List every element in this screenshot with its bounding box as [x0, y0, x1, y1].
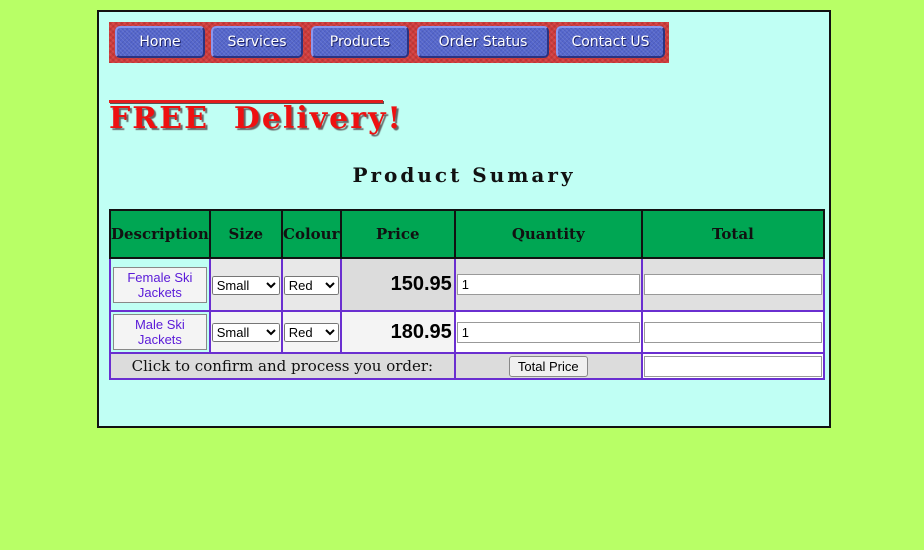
nav-services-button[interactable]: Services — [211, 26, 303, 58]
size-cell: Small — [208, 257, 283, 312]
table-row: Male Ski Jackets Small Red 180.95 — [109, 310, 826, 354]
quantity-input[interactable] — [456, 321, 640, 343]
nav-contact-button[interactable]: Contact US — [556, 26, 665, 58]
total-cell — [640, 310, 826, 354]
table-header-row: Description Size Colour Price Quantity T… — [109, 209, 826, 259]
colour-cell: Red — [280, 257, 342, 312]
confirm-order-text: Click to confirm and process you order: — [109, 352, 456, 380]
nav-home-button[interactable]: Home — [115, 26, 205, 58]
total-cell — [640, 257, 826, 312]
header-price: Price — [339, 209, 456, 259]
product-link-female-ski-jackets[interactable]: Female Ski Jackets — [113, 266, 207, 303]
header-size: Size — [208, 209, 283, 259]
quantity-cell — [453, 257, 643, 312]
total-field[interactable] — [643, 321, 822, 343]
colour-select[interactable]: Red — [283, 323, 339, 342]
product-link-male-ski-jackets[interactable]: Male Ski Jackets — [113, 314, 207, 350]
colour-cell: Red — [280, 310, 342, 354]
grand-total-cell — [640, 352, 826, 380]
product-summary-table: Description Size Colour Price Quantity T… — [109, 209, 826, 380]
description-cell: Female Ski Jackets — [109, 257, 211, 312]
colour-select[interactable]: Red — [283, 275, 339, 295]
price-cell: 180.95 — [339, 310, 456, 354]
size-cell: Small — [208, 310, 283, 354]
confirm-row: Click to confirm and process you order: … — [109, 352, 826, 380]
total-price-button[interactable]: Total Price — [508, 355, 588, 377]
free-delivery-banner: FREE Delivery! — [109, 101, 403, 136]
nav-bar: Home Services Products Order Status Cont… — [109, 22, 669, 63]
nav-products-button[interactable]: Products — [311, 26, 409, 58]
quantity-cell — [453, 310, 643, 354]
grand-total-field[interactable] — [643, 355, 822, 377]
quantity-input[interactable] — [456, 274, 640, 295]
header-description: Description — [109, 209, 211, 259]
nav-order-status-button[interactable]: Order Status — [417, 26, 549, 58]
table-row: Female Ski Jackets Small Red 150.95 — [109, 257, 826, 312]
price-cell: 150.95 — [339, 257, 456, 312]
header-colour: Colour — [280, 209, 342, 259]
size-select[interactable]: Small — [211, 323, 280, 342]
header-total: Total — [640, 209, 826, 259]
product-summary-title: Product Sumary — [352, 163, 576, 187]
page-frame: Home Services Products Order Status Cont… — [97, 10, 831, 428]
size-select[interactable]: Small — [211, 275, 280, 295]
description-cell: Male Ski Jackets — [109, 310, 211, 354]
header-quantity: Quantity — [453, 209, 643, 259]
total-button-cell: Total Price — [453, 352, 643, 380]
total-field[interactable] — [643, 274, 822, 295]
